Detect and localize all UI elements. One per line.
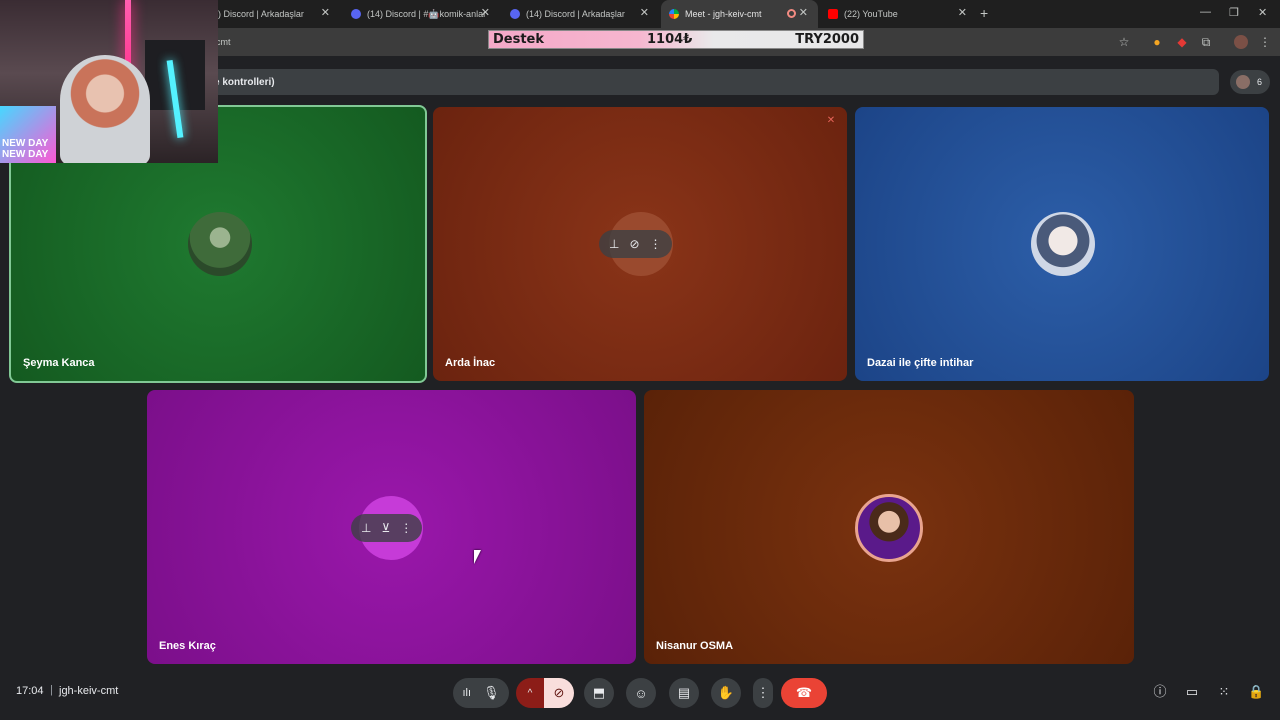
mic-icon: 🎙 <box>483 685 500 700</box>
tab-youtube[interactable]: (22) YouTube ✕ <box>820 0 977 28</box>
new-tab-button[interactable]: + <box>980 5 988 21</box>
streamer-webcam: NEW DAY NEW DAY <box>0 0 218 163</box>
restore-button[interactable]: ❐ <box>1229 6 1239 19</box>
tab-label: Meet - jgh-keiv-cmt <box>685 9 762 19</box>
participant-name: Nisanur OSMA <box>656 640 734 652</box>
meeting-code: jgh-keiv-cmt <box>59 685 119 697</box>
mute-participant-icon[interactable]: ⊻ <box>381 521 390 535</box>
present-button[interactable]: ⬒ <box>584 678 614 708</box>
meet-banner: e kontrolleri) <box>210 69 1219 95</box>
streamer <box>60 55 150 163</box>
discord-icon <box>510 9 520 19</box>
extension-icon[interactable]: ● <box>1150 35 1164 49</box>
tab-discord-friends-2[interactable]: (14) Discord | Arkadaşlar ✕ <box>502 0 659 28</box>
donation-goal-bar: Destek 1104₺ TRY2000 <box>488 30 864 49</box>
emoji-icon: ☺ <box>634 685 648 701</box>
avatar <box>855 494 923 562</box>
donation-goal: TRY2000 <box>795 32 859 47</box>
minimize-button[interactable]: — <box>1200 6 1211 18</box>
camera-button[interactable]: ^ ⊘ <box>516 678 574 708</box>
participant-tile[interactable]: ✕ ⊥ ⊘ ⋮ Arda İnac <box>433 107 847 381</box>
tab-close-icon[interactable]: ✕ <box>799 8 808 19</box>
participant-name: Arda İnac <box>445 357 496 369</box>
address-text: cmt <box>216 37 231 47</box>
chat-icon[interactable]: ▭ <box>1184 684 1200 700</box>
tab-close-icon[interactable]: ✕ <box>640 8 649 19</box>
donation-label: Destek <box>493 32 545 47</box>
participant-name: Dazai ile çifte intihar <box>867 357 974 369</box>
meet-icon <box>669 9 679 19</box>
discord-icon <box>351 9 361 19</box>
recording-icon <box>787 9 796 18</box>
tab-meet[interactable]: Meet - jgh-keiv-cmt ✕ <box>661 0 818 28</box>
avatar <box>1236 75 1250 89</box>
tab-label: (14) Discord | #🤖komik-anlar <box>367 8 487 19</box>
participant-tile[interactable]: Nisanur OSMA <box>644 390 1134 664</box>
tab-close-icon[interactable]: ✕ <box>321 8 330 19</box>
avatar <box>1031 212 1095 276</box>
participant-count: 6 <box>1256 77 1262 87</box>
tab-label: (14) Discord | Arkadaşlar <box>526 9 625 19</box>
mouse-cursor <box>474 550 481 564</box>
camera-off-icon[interactable]: ⊘ <box>544 678 574 708</box>
more-options-button[interactable]: ⋮ <box>753 678 773 708</box>
separator: | <box>50 684 53 696</box>
tab-discord-komik[interactable]: (14) Discord | #🤖komik-anlar ✕ <box>343 0 500 28</box>
tab-label: (22) YouTube <box>844 9 898 19</box>
new-day-badge: NEW DAY NEW DAY <box>0 106 56 163</box>
badge-text: NEW DAY <box>2 138 49 149</box>
mic-off-icon: ✕ <box>826 115 836 126</box>
hand-icon: ✋ <box>717 685 735 700</box>
youtube-icon <box>828 9 838 19</box>
banner-text: e kontrolleri) <box>214 77 275 88</box>
extension-icon[interactable]: ◆ <box>1175 35 1189 49</box>
profile-avatar[interactable] <box>1234 35 1248 49</box>
leave-call-button[interactable]: ☎ <box>781 678 827 708</box>
more-options-icon: ⋮ <box>756 685 770 700</box>
participant-name: Şeyma Kanca <box>23 357 95 369</box>
donation-current: 1104₺ <box>647 32 693 47</box>
mic-button[interactable]: ılı 🎙 <box>453 678 509 708</box>
activities-icon[interactable]: ⁙ <box>1216 684 1232 700</box>
tile-hover-controls: ⊥ ⊘ ⋮ <box>599 230 672 258</box>
pin-icon[interactable]: ⊥ <box>609 237 619 251</box>
hang-up-icon: ☎ <box>795 685 813 700</box>
tab-label: ) Discord | Arkadaşlar <box>218 9 304 19</box>
mute-participant-icon[interactable]: ⊘ <box>629 237 639 251</box>
more-options-icon[interactable]: ⋮ <box>400 521 412 535</box>
participant-tile[interactable]: Dazai ile çifte intihar <box>855 107 1269 381</box>
participant-tile[interactable]: ⊥ ⊻ ⋮ Enes Kıraç <box>147 390 636 664</box>
captions-icon: ▤ <box>677 685 691 700</box>
tile-hover-controls: ⊥ ⊻ ⋮ <box>351 514 423 542</box>
avatar <box>188 212 252 276</box>
tab-discord-friends-1[interactable]: ) Discord | Arkadaşlar ✕ <box>210 0 340 28</box>
participants-chip[interactable]: 6 <box>1230 70 1270 94</box>
puzzle-icon[interactable]: ⧉ <box>1199 35 1213 49</box>
bookmark-star-icon[interactable]: ☆ <box>1117 35 1131 49</box>
host-controls-icon[interactable]: 🔒 <box>1248 684 1264 700</box>
audio-level-icon: ılı <box>462 687 472 699</box>
menu-dots-icon[interactable]: ⋮ <box>1258 35 1272 49</box>
info-icon[interactable]: ⓘ <box>1152 684 1168 700</box>
captions-button[interactable]: ▤ <box>669 678 699 708</box>
present-screen-icon: ⬒ <box>592 685 606 700</box>
reactions-button[interactable]: ☺ <box>626 678 656 708</box>
badge-text: NEW DAY <box>2 149 49 160</box>
window-close-button[interactable]: ✕ <box>1258 6 1267 19</box>
chevron-up-icon[interactable]: ^ <box>516 678 544 708</box>
meeting-time: 17:04 <box>16 685 44 697</box>
more-options-icon[interactable]: ⋮ <box>650 237 662 251</box>
raise-hand-button[interactable]: ✋ <box>711 678 741 708</box>
tab-close-icon[interactable]: ✕ <box>958 8 967 19</box>
participant-name: Enes Kıraç <box>159 640 216 652</box>
tab-close-icon[interactable]: ✕ <box>481 8 490 19</box>
pin-icon[interactable]: ⊥ <box>361 521 371 535</box>
